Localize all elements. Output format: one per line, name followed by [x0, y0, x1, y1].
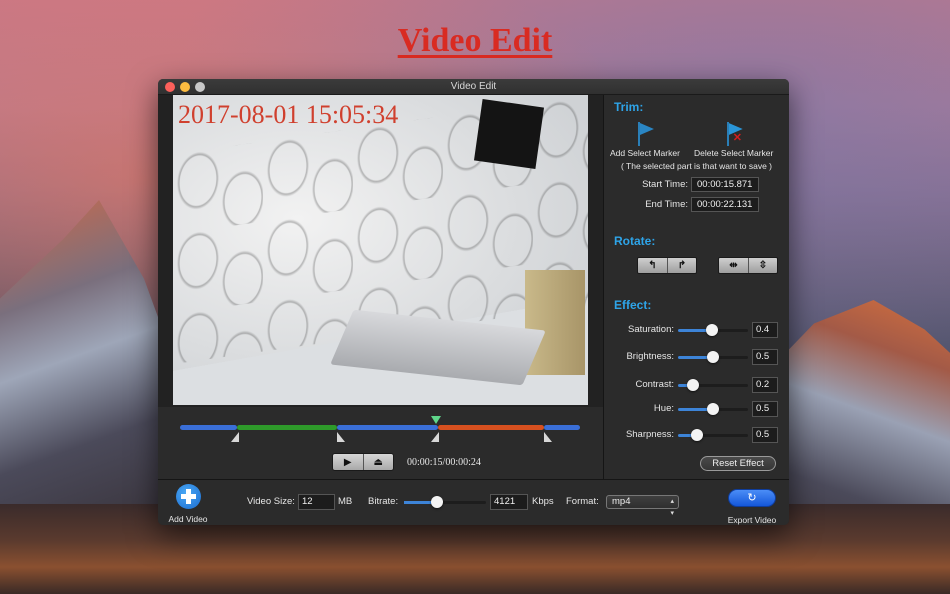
- add-select-marker-label: Add Select Marker: [610, 148, 680, 158]
- contrast-value-field[interactable]: 0.2: [752, 377, 778, 393]
- brightness-slider[interactable]: [678, 351, 748, 363]
- saturation-slider[interactable]: [678, 324, 748, 336]
- timeline-marker-start[interactable]: [231, 432, 239, 442]
- effect-row-sharpness: Sharpness: 0.5: [604, 427, 789, 443]
- video-frame[interactable]: 2017-08-01 15:05:34: [173, 95, 588, 405]
- start-time-field[interactable]: 00:00:15.871: [691, 177, 759, 192]
- timeline-marker-start[interactable]: [431, 432, 439, 442]
- bitrate-unit: Kbps: [532, 496, 554, 507]
- rotate-button-group: ↰ ↱: [637, 257, 697, 274]
- bitrate-label: Bitrate:: [368, 496, 399, 507]
- format-label: Format:: [566, 496, 599, 507]
- slider-knob[interactable]: [687, 379, 700, 391]
- flip-vertical-button[interactable]: ⇳: [748, 258, 777, 273]
- slider-knob[interactable]: [707, 351, 719, 363]
- trim-note: ( The selected part is that want to save…: [620, 161, 773, 171]
- contrast-label: Contrast:: [635, 379, 674, 390]
- hue-label: Hue:: [653, 403, 674, 414]
- slider-knob[interactable]: [707, 403, 719, 415]
- brightness-value-field[interactable]: 0.5: [752, 349, 778, 365]
- select-arrows-icon: ▴ ▾: [670, 498, 674, 517]
- rotate-left-button[interactable]: ↰: [638, 258, 667, 273]
- contrast-slider[interactable]: [678, 379, 748, 391]
- rotate-left-icon: ↰: [648, 260, 657, 271]
- timeline-segment-unselected[interactable]: [544, 425, 580, 430]
- add-video-label: Add Video: [168, 514, 208, 524]
- settings-panel: Trim: Add Select Marker ✕ Delete Select …: [604, 95, 789, 480]
- sharpness-label: Sharpness:: [625, 429, 674, 440]
- video-timestamp-overlay: 2017-08-01 15:05:34: [178, 100, 399, 129]
- video-preview-area: 2017-08-01 15:05:34: [158, 95, 603, 407]
- bottom-toolbar: Add Video Video Size: 12 MB Bitrate: 412…: [158, 480, 789, 525]
- format-select[interactable]: mp4 ▴ ▾: [606, 495, 679, 517]
- video-size-field[interactable]: 12: [298, 494, 335, 510]
- hue-value-field[interactable]: 0.5: [752, 401, 778, 417]
- sharpness-slider[interactable]: [678, 429, 748, 441]
- play-button[interactable]: ▶: [333, 454, 363, 470]
- end-time-label: End Time:: [645, 199, 688, 210]
- export-video-group: ↻ Export Video: [724, 489, 780, 525]
- brightness-label: Brightness:: [626, 351, 674, 362]
- play-selection-icon: ⏏: [373, 456, 383, 468]
- flip-button-group: ⇹ ⇳: [718, 257, 778, 274]
- bitrate-slider[interactable]: [404, 496, 486, 508]
- timeline-segment-current[interactable]: [438, 425, 544, 430]
- flag-icon: [635, 122, 655, 146]
- flag-delete-icon: ✕: [724, 122, 744, 146]
- effect-row-hue: Hue: 0.5: [604, 401, 789, 417]
- timeline-segment-unselected[interactable]: [337, 425, 438, 430]
- play-icon: ▶: [343, 456, 352, 468]
- video-size-unit: MB: [338, 496, 353, 507]
- hue-slider[interactable]: [678, 403, 748, 415]
- add-select-marker-button[interactable]: Add Select Marker: [610, 122, 680, 158]
- slider-knob[interactable]: [705, 324, 718, 336]
- video-content-tv: [473, 98, 545, 170]
- promo-title: Video Edit: [397, 22, 553, 59]
- app-window: Video Edit 2017-08-01 15:05:34 ▶ ⏏ 00:00…: [158, 79, 789, 525]
- trim-section-title: Trim:: [614, 100, 644, 114]
- playback-time-readout: 00:00:15/00:00:24: [407, 457, 481, 468]
- timeline-segment-selected[interactable]: [237, 425, 337, 430]
- format-selected-value: mp4: [612, 496, 631, 507]
- rotate-right-button[interactable]: ↱: [667, 258, 696, 273]
- saturation-label: Saturation:: [628, 324, 674, 335]
- effect-row-saturation: Saturation: 0.4: [604, 322, 789, 338]
- play-selection-button[interactable]: ⏏: [362, 454, 393, 470]
- plus-circle-icon: [175, 484, 201, 509]
- flip-horizontal-button[interactable]: ⇹: [719, 258, 748, 273]
- timeline-marker-end[interactable]: [544, 432, 552, 442]
- effect-section-title: Effect:: [614, 298, 652, 312]
- delete-select-marker-label: Delete Select Marker: [694, 148, 774, 158]
- delete-select-marker-button[interactable]: ✕ Delete Select Marker: [694, 122, 773, 158]
- rotate-right-icon: ↱: [677, 260, 687, 271]
- slider-knob[interactable]: [430, 496, 443, 508]
- export-video-label: Export Video: [727, 515, 777, 525]
- reset-effect-button[interactable]: Reset Effect: [700, 456, 776, 471]
- timeline-marker-end[interactable]: [337, 432, 345, 442]
- export-video-button[interactable]: ↻: [728, 489, 776, 507]
- timeline-segment-unselected[interactable]: [180, 425, 237, 430]
- sharpness-value-field[interactable]: 0.5: [752, 427, 778, 443]
- playback-controls: ▶ ⏏: [332, 453, 394, 471]
- video-size-label: Video Size:: [247, 496, 295, 507]
- bitrate-field[interactable]: 4121: [490, 494, 528, 510]
- flip-vertical-icon: ⇳: [758, 260, 768, 271]
- video-content-box: [525, 270, 585, 375]
- saturation-value-field[interactable]: 0.4: [752, 322, 778, 338]
- add-video-button[interactable]: Add Video: [166, 484, 210, 525]
- window-title: Video Edit: [450, 81, 497, 92]
- slider-knob[interactable]: [690, 429, 703, 441]
- title-bar[interactable]: Video Edit: [158, 79, 789, 95]
- effect-row-brightness: Brightness: 0.5: [604, 349, 789, 365]
- flip-horizontal-icon: ⇹: [729, 260, 738, 271]
- effect-row-contrast: Contrast: 0.2: [604, 377, 789, 393]
- video-content-laptop: [330, 309, 546, 386]
- rotate-section-title: Rotate:: [614, 234, 656, 248]
- start-time-label: Start Time:: [642, 179, 688, 190]
- refresh-icon: ↻: [747, 492, 757, 504]
- timeline-playhead[interactable]: [431, 416, 441, 424]
- end-time-field[interactable]: 00:00:22.131: [691, 197, 759, 212]
- timeline: ▶ ⏏ 00:00:15/00:00:24: [158, 407, 603, 477]
